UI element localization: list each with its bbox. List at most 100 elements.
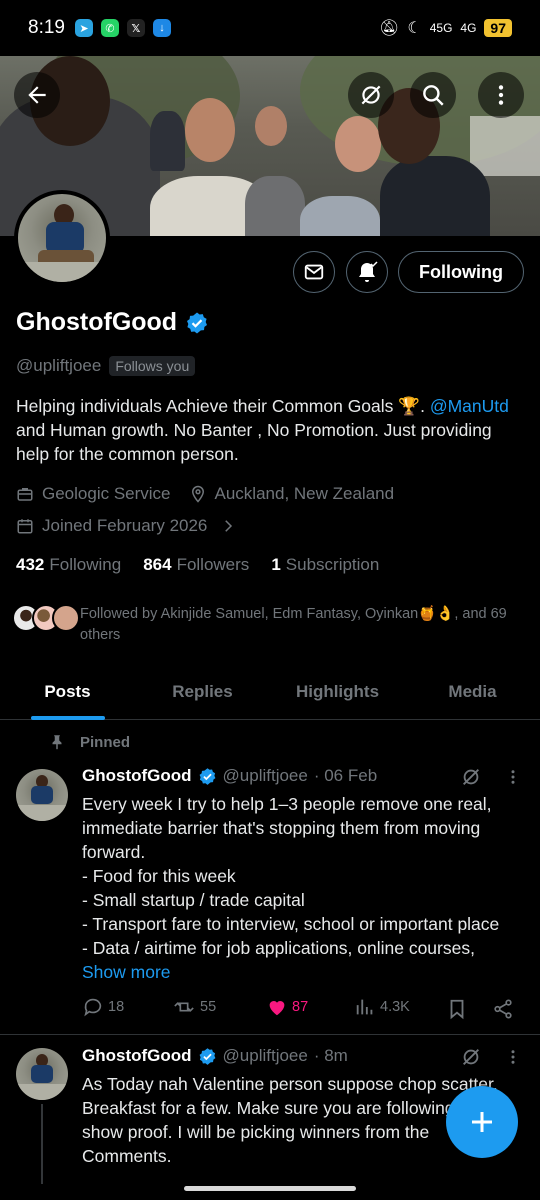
retweet-button[interactable]: 55	[172, 996, 216, 1018]
tweet-header: GhostofGood @upliftjoee · 8m	[82, 1046, 348, 1066]
arrow-left-icon	[28, 86, 46, 104]
tweet-handle: @upliftjoee	[222, 1046, 308, 1065]
download-icon: ↓	[152, 19, 171, 37]
calendar-icon	[17, 519, 33, 534]
tab-posts[interactable]: Posts	[0, 664, 135, 719]
reply-count: 18	[108, 999, 125, 1015]
verified-badge-icon	[199, 767, 215, 785]
followers-label: Followers	[176, 555, 250, 574]
pinned-label: Pinned	[80, 733, 131, 751]
tab-highlights[interactable]: Highlights	[270, 664, 405, 719]
following-count-link[interactable]: 432 Following	[16, 555, 121, 575]
subscription-label: Subscription	[285, 555, 380, 574]
bio-text-2: and Human growth. No Banter , No Promoti…	[16, 420, 492, 464]
retweet-count: 55	[200, 999, 217, 1015]
profile-avatar[interactable]	[14, 190, 110, 286]
chevron-right-icon	[225, 520, 233, 532]
tweet-author-name[interactable]: GhostofGood	[82, 766, 192, 786]
bio-text: Helping individuals Achieve their Common…	[16, 396, 425, 416]
back-button[interactable]	[14, 72, 60, 118]
share-icon[interactable]	[492, 998, 514, 1020]
tweet-date: · 8m	[313, 1046, 348, 1065]
briefcase-icon	[17, 488, 33, 501]
tweet-author-name[interactable]: GhostofGood	[82, 1046, 192, 1066]
search-button[interactable]	[410, 72, 456, 118]
envelope-icon	[304, 264, 324, 280]
pinned-indicator: Pinned	[48, 733, 130, 751]
compose-post-button[interactable]	[446, 1086, 518, 1158]
more-vertical-icon	[498, 85, 504, 105]
verified-badge-icon[interactable]	[185, 311, 209, 335]
like-button[interactable]: 87	[266, 996, 308, 1018]
home-gesture-bar[interactable]	[184, 1186, 356, 1191]
tweet-divider	[0, 1034, 540, 1035]
verified-badge-icon	[199, 1047, 215, 1065]
bookmark-icon[interactable]	[446, 998, 468, 1020]
views-button[interactable]: 4.3K	[354, 996, 410, 1018]
battery-indicator: 97	[484, 19, 512, 37]
subscriptions-link[interactable]: 1 Subscription	[271, 555, 379, 575]
profile-location: Auckland, New Zealand	[214, 484, 395, 503]
moon-icon: ☾	[407, 20, 422, 37]
thread-line	[41, 1104, 43, 1184]
signal-icon-2: 4G	[460, 21, 477, 35]
tweet-line: - Food for this week	[82, 866, 236, 886]
followers-count-link[interactable]: 864 Followers	[143, 555, 249, 575]
tab-replies[interactable]: Replies	[135, 664, 270, 719]
tweet-line: - Transport fare to interview, school or…	[82, 914, 500, 934]
location-pin-icon	[191, 485, 204, 503]
profile-meta-row: Geologic Service Auckland, New Zealand	[16, 484, 394, 504]
show-more-link[interactable]: Show more	[82, 960, 522, 984]
retweet-icon	[174, 1002, 194, 1012]
joined-row[interactable]: Joined February 2026	[16, 516, 237, 536]
grok-icon	[361, 85, 381, 105]
profile-tabs: Posts Replies Highlights Media	[0, 664, 540, 720]
tweet-header: GhostofGood @upliftjoee · 06 Feb	[82, 766, 377, 786]
grok-button[interactable]	[348, 72, 394, 118]
followed-by-avatars[interactable]	[12, 604, 80, 632]
tweet-line: - Small startup / trade capital	[82, 890, 305, 910]
tweet-text[interactable]: Every week I try to help 1–3 people remo…	[82, 792, 522, 984]
subscription-count: 1	[271, 555, 281, 574]
heart-filled-icon	[269, 1001, 285, 1016]
tweet-line: - Data / airtime for job applications, o…	[82, 938, 475, 958]
like-count: 87	[292, 999, 309, 1015]
tweet-avatar[interactable]	[16, 769, 68, 821]
tab-media[interactable]: Media	[405, 664, 540, 719]
tweet-line: Every week I try to help 1–3 people remo…	[82, 794, 492, 862]
grok-icon[interactable]	[460, 766, 482, 788]
pin-icon	[52, 735, 62, 750]
reply-button[interactable]: 18	[82, 996, 124, 1018]
avatar	[52, 604, 80, 632]
bell-check-icon	[359, 261, 378, 282]
grok-icon[interactable]	[460, 1046, 482, 1068]
message-button[interactable]	[293, 251, 335, 293]
more-options-button[interactable]	[478, 72, 524, 118]
tweet-date: · 06 Feb	[313, 766, 378, 785]
follows-you-badge: Follows you	[109, 356, 196, 376]
following-count: 432	[16, 555, 45, 574]
notifications-button[interactable]	[346, 251, 388, 293]
profile-joined: Joined February 2026	[42, 516, 208, 535]
mute-icon: 🔕︎	[379, 20, 400, 37]
tweet-avatar[interactable]	[16, 1048, 68, 1100]
telegram-icon: ➤	[74, 19, 93, 37]
tweet-more-icon[interactable]	[504, 768, 522, 786]
profile-category: Geologic Service	[42, 484, 171, 503]
views-icon	[356, 999, 373, 1015]
signal-icon: 45G	[429, 21, 453, 35]
view-count: 4.3K	[380, 999, 410, 1015]
reply-icon	[84, 998, 102, 1017]
plus-icon	[472, 1112, 492, 1132]
followers-count: 864	[143, 555, 172, 574]
tweet-handle: @upliftjoee	[222, 766, 308, 785]
whatsapp-icon: ✆	[100, 19, 119, 37]
followed-by-text[interactable]: Followed by Akinjide Samuel, Edm Fantasy…	[80, 604, 520, 646]
tweet-more-icon[interactable]	[504, 1048, 522, 1066]
status-bar: 8:19 ➤ ✆ 𝕏 ↓ 🔕︎ ☾ 45G 4G 97	[0, 0, 540, 56]
status-time: 8:19	[28, 17, 65, 38]
following-button[interactable]: Following	[398, 251, 524, 293]
profile-name: GhostofGood	[16, 308, 178, 336]
profile-bio: Helping individuals Achieve their Common…	[16, 394, 526, 466]
bio-mention-link[interactable]: @ManUtd	[430, 396, 509, 416]
